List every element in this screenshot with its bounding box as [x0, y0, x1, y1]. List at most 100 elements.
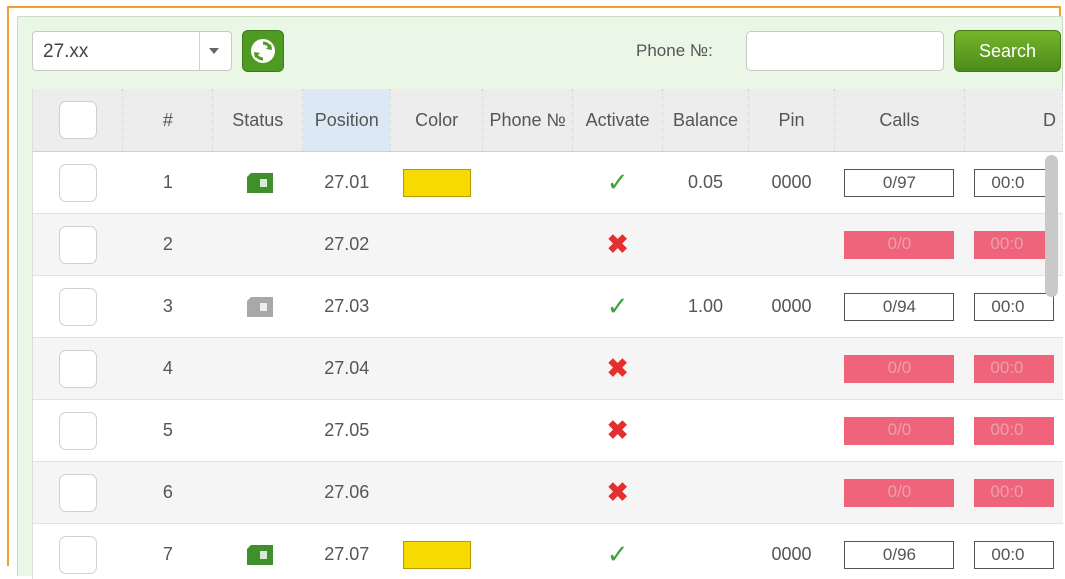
- toolbar-panel: 27.xx Phone №: Search: [17, 16, 1063, 576]
- duration-counter[interactable]: 00:0: [974, 231, 1054, 259]
- table-row[interactable]: 427.04✖0/000:0: [33, 338, 1063, 400]
- check-icon[interactable]: ✓: [607, 167, 629, 197]
- cross-icon[interactable]: ✖: [607, 353, 629, 383]
- color-swatch[interactable]: [403, 541, 471, 569]
- row-select-cell: [33, 462, 123, 524]
- column-header-status[interactable]: Status: [213, 89, 303, 152]
- row-checkbox[interactable]: [59, 474, 97, 512]
- position-cell: 27.05: [303, 400, 391, 462]
- refresh-button[interactable]: [242, 30, 284, 72]
- check-icon[interactable]: ✓: [607, 539, 629, 569]
- status-cell: [213, 524, 303, 579]
- duration-counter[interactable]: 00:0: [974, 417, 1054, 445]
- column-header-calls[interactable]: Calls: [834, 89, 964, 152]
- sim-table: # Status Position Color Phone № Activate…: [33, 89, 1063, 579]
- calls-counter[interactable]: 0/0: [844, 417, 954, 445]
- vertical-scrollbar[interactable]: [1045, 155, 1058, 297]
- color-swatch[interactable]: [403, 169, 471, 197]
- phone-number-input[interactable]: [746, 31, 944, 71]
- column-header-activate[interactable]: Activate: [573, 89, 663, 152]
- row-select-cell: [33, 400, 123, 462]
- color-cell: [391, 338, 483, 400]
- calls-counter[interactable]: 0/94: [844, 293, 954, 321]
- color-cell: [391, 276, 483, 338]
- column-header-number[interactable]: #: [123, 89, 213, 152]
- duration-cell: 00:0: [964, 524, 1062, 579]
- row-number: 6: [123, 462, 213, 524]
- calls-counter[interactable]: 0/97: [844, 169, 954, 197]
- row-select-cell: [33, 276, 123, 338]
- phone-cell: [483, 400, 573, 462]
- duration-cell: 00:0: [964, 400, 1062, 462]
- cross-icon[interactable]: ✖: [607, 477, 629, 507]
- phone-cell: [483, 524, 573, 579]
- row-checkbox[interactable]: [59, 412, 97, 450]
- sim-card-icon: [243, 297, 273, 317]
- pin-cell: [749, 338, 835, 400]
- duration-counter[interactable]: 00:0: [974, 355, 1054, 383]
- phone-cell: [483, 214, 573, 276]
- row-checkbox[interactable]: [59, 226, 97, 264]
- select-all-checkbox[interactable]: [59, 101, 97, 139]
- check-icon[interactable]: ✓: [607, 291, 629, 321]
- color-cell: [391, 214, 483, 276]
- row-number: 5: [123, 400, 213, 462]
- row-checkbox[interactable]: [59, 536, 97, 574]
- search-button[interactable]: Search: [954, 30, 1061, 72]
- duration-counter[interactable]: 00:0: [974, 541, 1054, 569]
- activate-cell: ✓: [573, 276, 663, 338]
- status-cell: [213, 276, 303, 338]
- table-row[interactable]: 227.02✖0/000:0: [33, 214, 1063, 276]
- balance-cell: [663, 214, 749, 276]
- status-cell: [213, 152, 303, 214]
- cross-icon[interactable]: ✖: [607, 415, 629, 445]
- row-number: 7: [123, 524, 213, 579]
- toolbar: 27.xx Phone №: Search: [18, 17, 1062, 87]
- column-header-pin[interactable]: Pin: [749, 89, 835, 152]
- chevron-down-icon[interactable]: [209, 48, 219, 54]
- row-select-cell: [33, 524, 123, 579]
- color-cell: [391, 462, 483, 524]
- duration-counter[interactable]: 00:0: [974, 479, 1054, 507]
- color-cell: [391, 524, 483, 579]
- phone-cell: [483, 152, 573, 214]
- sim-card-icon: [243, 173, 273, 193]
- table-row[interactable]: 5 27.05 ✖ 0/0 00:0: [33, 400, 1063, 462]
- table-row[interactable]: 6 27.06 ✖ 0/0 00:0: [33, 462, 1063, 524]
- balance-cell: [663, 400, 749, 462]
- column-header-phone[interactable]: Phone №: [483, 89, 573, 152]
- calls-counter[interactable]: 0/96: [844, 541, 954, 569]
- table-row[interactable]: 127.01✓0.0500000/9700:0: [33, 152, 1063, 214]
- duration-counter[interactable]: 00:0: [974, 293, 1054, 321]
- calls-counter[interactable]: 0/0: [844, 231, 954, 259]
- calls-counter[interactable]: 0/0: [844, 479, 954, 507]
- duration-counter[interactable]: 00:0: [974, 169, 1054, 197]
- table-row[interactable]: 327.03✓1.0000000/9400:0: [33, 276, 1063, 338]
- column-header-position[interactable]: Position: [303, 89, 391, 152]
- table-row[interactable]: 727.07✓00000/9600:0: [33, 524, 1063, 579]
- column-header-select[interactable]: [33, 89, 123, 152]
- position-cell: 27.07: [303, 524, 391, 579]
- group-select[interactable]: 27.xx: [32, 31, 232, 71]
- table-body: 127.01✓0.0500000/9700:0227.02✖0/000:0327…: [33, 152, 1063, 579]
- column-header-duration[interactable]: D: [964, 89, 1062, 152]
- column-header-color[interactable]: Color: [391, 89, 483, 152]
- cross-icon[interactable]: ✖: [607, 229, 629, 259]
- position-cell: 27.06: [303, 462, 391, 524]
- status-cell: [213, 338, 303, 400]
- row-number: 2: [123, 214, 213, 276]
- calls-cell: 0/96: [834, 524, 964, 579]
- duration-cell: 00:0: [964, 462, 1062, 524]
- activate-cell: ✓: [573, 152, 663, 214]
- status-cell: [213, 400, 303, 462]
- refresh-icon: [250, 38, 276, 64]
- row-checkbox[interactable]: [59, 350, 97, 388]
- row-checkbox[interactable]: [59, 164, 97, 202]
- balance-cell: 1.00: [663, 276, 749, 338]
- column-header-balance[interactable]: Balance: [663, 89, 749, 152]
- activate-cell: ✓: [573, 524, 663, 579]
- row-checkbox[interactable]: [59, 288, 97, 326]
- calls-cell: 0/0: [834, 400, 964, 462]
- app-frame: 27.xx Phone №: Search: [7, 6, 1061, 566]
- calls-counter[interactable]: 0/0: [844, 355, 954, 383]
